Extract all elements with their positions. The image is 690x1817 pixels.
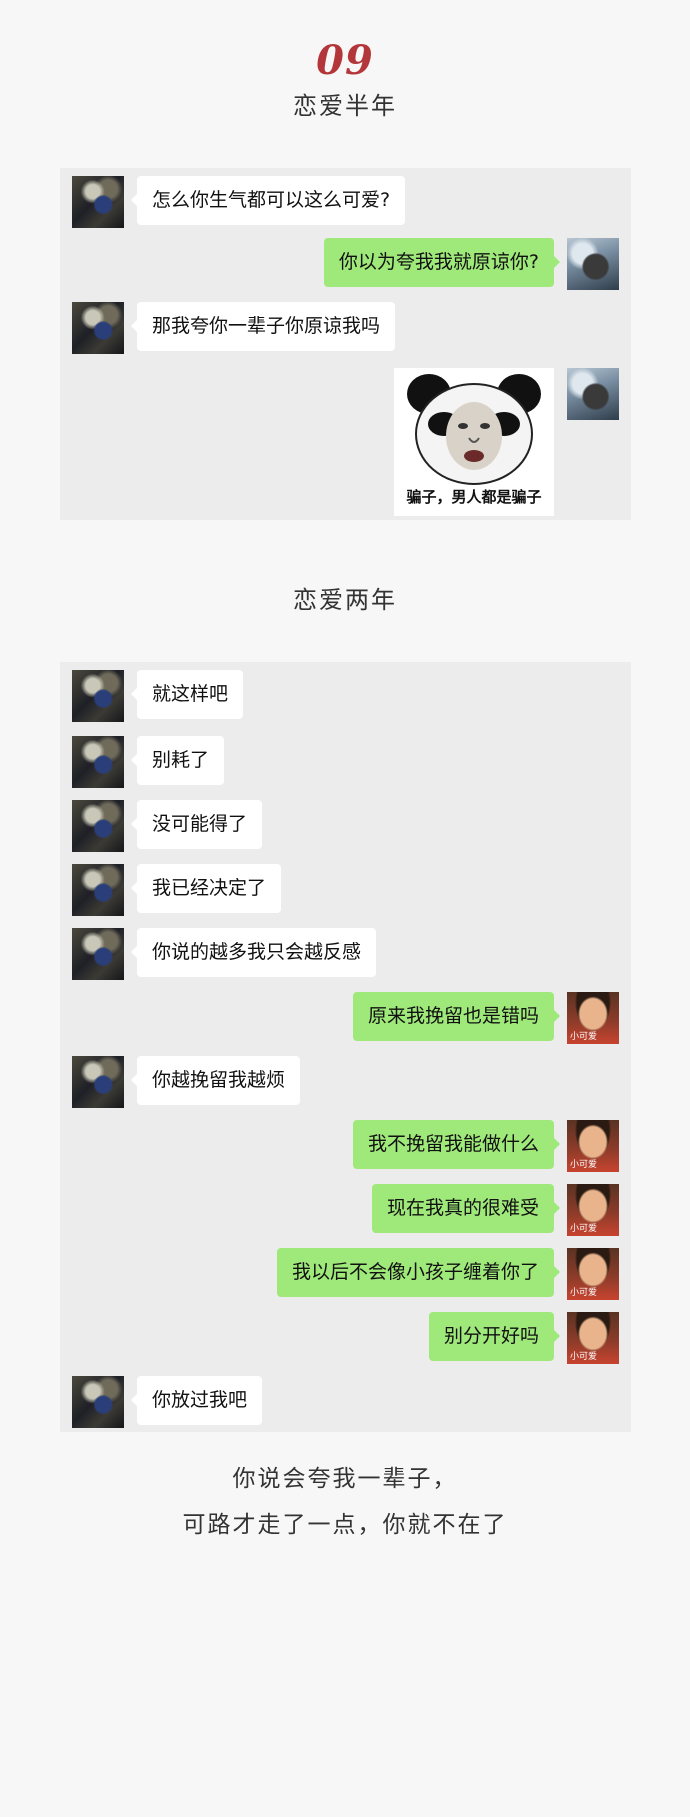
section-title-half-year: 恋爱半年 [293,92,397,120]
avatar[interactable] [72,670,124,722]
avatar[interactable] [72,1376,124,1428]
message-row: 别耗了 [72,736,225,788]
chat-screenshot-1: 怎么你生气都可以这么可爱? 你以为夸我我就原谅你? 那我夸你一辈子你原谅我吗 骗… [60,168,631,520]
message-bubble[interactable]: 你越挽留我越烦 [130,1056,301,1105]
avatar[interactable] [72,302,124,354]
message-bubble[interactable]: 你以为夸我我就原谅你? [323,238,561,287]
message-bubble[interactable]: 你放过我吧 [130,1376,263,1425]
footer-line-1: 你说会夸我一辈子， [232,1466,458,1492]
avatar[interactable]: 小可爱 [567,1184,619,1236]
message-row: 就这样吧 [72,670,244,722]
message-bubble[interactable]: 没可能得了 [130,800,263,849]
message-bubble[interactable]: 就这样吧 [130,670,244,719]
avatar-tag: 小可爱 [570,1352,598,1362]
avatar[interactable] [72,800,124,852]
section-number: 09 [316,37,374,84]
message-bubble[interactable]: 别耗了 [130,736,225,785]
message-bubble[interactable]: 你说的越多我只会越反感 [130,928,377,977]
message-row: 骗子，男人都是骗子 [394,368,619,516]
avatar[interactable] [72,928,124,980]
footer-line-2: 可路才走了一点，你就不在了 [182,1512,508,1538]
avatar-tag: 小可爱 [570,1288,598,1298]
avatar-tag: 小可爱 [570,1160,598,1170]
message-bubble[interactable]: 别分开好吗 [428,1312,561,1361]
message-bubble[interactable]: 怎么你生气都可以这么可爱? [130,176,406,225]
message-row: 我已经决定了 [72,864,282,916]
avatar[interactable] [567,368,619,420]
avatar[interactable]: 小可爱 [567,1120,619,1172]
message-row: 小可爱 别分开好吗 [428,1312,619,1364]
message-row: 你越挽留我越烦 [72,1056,301,1108]
panda-meme-icon [407,374,541,485]
message-row: 小可爱 我不挽留我能做什么 [352,1120,619,1172]
sticker-message[interactable]: 骗子，男人都是骗子 [394,368,554,516]
avatar[interactable] [72,736,124,788]
message-bubble[interactable]: 现在我真的很难受 [371,1184,561,1233]
chat-screenshot-2: 就这样吧 别耗了 没可能得了 我已经决定了 你说的越多我只会越反感 小可爱 原来… [60,662,631,1432]
avatar-tag: 小可爱 [570,1032,598,1042]
avatar[interactable] [72,176,124,228]
message-row: 那我夸你一辈子你原谅我吗 [72,302,396,354]
message-row: 你说的越多我只会越反感 [72,928,377,980]
avatar[interactable]: 小可爱 [567,1248,619,1300]
message-bubble[interactable]: 我不挽留我能做什么 [352,1120,561,1169]
avatar[interactable] [72,1056,124,1108]
message-bubble[interactable]: 我以后不会像小孩子缠着你了 [276,1248,561,1297]
avatar[interactable]: 小可爱 [567,1312,619,1364]
avatar[interactable] [72,864,124,916]
message-row: 小可爱 我以后不会像小孩子缠着你了 [276,1248,619,1300]
message-row: 你放过我吧 [72,1376,263,1428]
sticker-caption: 骗子，男人都是骗子 [406,488,542,506]
message-row: 小可爱 原来我挽留也是错吗 [352,992,619,1044]
message-row: 怎么你生气都可以这么可爱? [72,176,406,228]
avatar-tag: 小可爱 [570,1224,598,1234]
message-bubble[interactable]: 我已经决定了 [130,864,282,913]
message-row: 没可能得了 [72,800,263,852]
avatar[interactable]: 小可爱 [567,992,619,1044]
message-row: 你以为夸我我就原谅你? [323,238,619,290]
section-title-two-years: 恋爱两年 [293,586,397,614]
message-bubble[interactable]: 原来我挽留也是错吗 [352,992,561,1041]
avatar[interactable] [567,238,619,290]
message-bubble[interactable]: 那我夸你一辈子你原谅我吗 [130,302,396,351]
message-row: 小可爱 现在我真的很难受 [371,1184,619,1236]
